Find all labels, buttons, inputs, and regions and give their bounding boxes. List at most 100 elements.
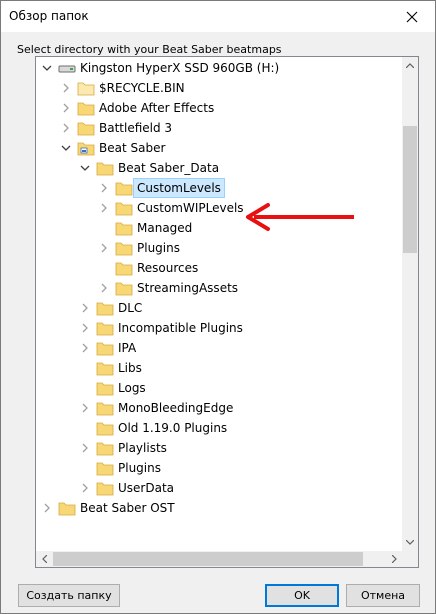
- folder-browser-dialog: Обзор папок Select directory with your B…: [0, 0, 436, 614]
- chevron-right-icon[interactable]: [80, 442, 90, 454]
- chevron-right-icon[interactable]: [80, 322, 90, 334]
- app-folder-icon: [77, 142, 95, 156]
- close-button[interactable]: [389, 1, 435, 32]
- scroll-left-button[interactable]: [36, 551, 53, 567]
- chevron-right-icon[interactable]: [61, 122, 71, 134]
- chevron-right-icon[interactable]: [99, 242, 109, 254]
- folder-icon: [96, 302, 114, 316]
- folder-icon: [77, 122, 95, 136]
- chevron-right-icon[interactable]: [61, 82, 71, 94]
- close-icon: [406, 11, 418, 22]
- annotation-arrow-icon: [246, 203, 354, 231]
- tree-item[interactable]: $RECYCLE.BIN: [36, 78, 402, 98]
- tree-item[interactable]: Adobe After Effects: [36, 98, 402, 118]
- folder-icon: [96, 462, 114, 476]
- chevron-right-icon[interactable]: [80, 402, 90, 414]
- tree-item-label: DLC: [118, 301, 143, 315]
- tree-item-label: Resources: [137, 261, 199, 275]
- tree-item[interactable]: Resources: [36, 258, 402, 278]
- folder-icon: [77, 82, 95, 96]
- folder-tree[interactable]: Kingston HyperX SSD 960GB (H:) $RECYCLE.B…: [35, 56, 419, 552]
- tree-item-label: CustomWIPLevels: [137, 201, 244, 215]
- tree-item[interactable]: IPA: [36, 338, 402, 358]
- tree-item-label: Beat Saber_Data: [118, 161, 220, 175]
- chevron-right-icon[interactable]: [61, 102, 71, 114]
- tree-item[interactable]: DLC: [36, 298, 402, 318]
- tree-item[interactable]: MonoBleedingEdge: [36, 398, 402, 418]
- chevron-right-icon[interactable]: [99, 202, 109, 214]
- tree-item[interactable]: Old 1.19.0 Plugins: [36, 418, 402, 438]
- tree-item-label: Plugins: [118, 461, 161, 475]
- folder-icon: [96, 382, 114, 396]
- tree-item-label: CustomLevels: [133, 178, 225, 198]
- tree-item-label: Kingston HyperX SSD 960GB (H:): [80, 61, 280, 75]
- vertical-scroll-thumb[interactable]: [403, 126, 417, 253]
- chevron-right-icon[interactable]: [80, 342, 90, 354]
- folder-icon: [96, 322, 114, 336]
- tree-item-label: Beat Saber OST: [80, 501, 175, 515]
- cancel-button[interactable]: Отмена: [346, 584, 420, 607]
- tree-item-label: Managed: [137, 221, 193, 235]
- drive-icon: [58, 65, 76, 73]
- chevron-right-icon[interactable]: [42, 502, 52, 514]
- chevron-down-icon[interactable]: [80, 162, 90, 174]
- folder-icon: [96, 422, 114, 436]
- tree-item-label: Logs: [118, 381, 146, 395]
- folder-icon: [115, 242, 133, 256]
- tree-item[interactable]: Incompatible Plugins: [36, 318, 402, 338]
- scroll-up-button[interactable]: [402, 57, 418, 74]
- folder-icon: [96, 402, 114, 416]
- chevron-right-icon[interactable]: [80, 302, 90, 314]
- tree-item-label: Plugins: [137, 241, 180, 255]
- tree-item-label: StreamingAssets: [137, 281, 239, 295]
- chevron-down-icon[interactable]: [61, 142, 71, 154]
- tree-item[interactable]: Libs: [36, 358, 402, 378]
- tree-item-label: UserData: [118, 481, 175, 495]
- chevron-right-icon[interactable]: [99, 282, 109, 294]
- folder-icon: [58, 502, 76, 516]
- vertical-scrollbar[interactable]: [402, 57, 418, 551]
- tree-item-label: Incompatible Plugins: [118, 321, 243, 335]
- tree-item[interactable]: Kingston HyperX SSD 960GB (H:): [36, 58, 402, 78]
- folder-icon: [77, 102, 95, 116]
- tree-item[interactable]: CustomLevels: [36, 178, 402, 198]
- scroll-right-button[interactable]: [386, 551, 403, 567]
- ok-button[interactable]: OK: [265, 584, 339, 607]
- cancel-button-label: Отмена: [360, 589, 406, 602]
- chevron-down-icon: [406, 540, 414, 545]
- tree-item-label: Adobe After Effects: [99, 101, 215, 115]
- title-bar: Обзор папок: [1, 1, 435, 32]
- folder-icon: [96, 162, 114, 176]
- folder-icon: [96, 482, 114, 496]
- dialog-title: Обзор папок: [9, 9, 89, 23]
- horizontal-scrollbar[interactable]: [35, 551, 404, 568]
- folder-icon: [115, 222, 133, 236]
- folder-icon: [115, 182, 133, 196]
- tree-item-label: Playlists: [118, 441, 167, 455]
- tree-item-label: Old 1.19.0 Plugins: [118, 421, 228, 435]
- scroll-down-button[interactable]: [402, 534, 418, 551]
- tree-item-label: IPA: [118, 341, 137, 355]
- tree-item[interactable]: Battlefield 3: [36, 118, 402, 138]
- tree-item[interactable]: Plugins: [36, 458, 402, 478]
- new-folder-button[interactable]: Создать папку: [18, 584, 120, 607]
- tree-item[interactable]: Beat Saber_Data: [36, 158, 402, 178]
- folder-tree-content: Kingston HyperX SSD 960GB (H:) $RECYCLE.B…: [36, 57, 402, 551]
- tree-item[interactable]: Plugins: [36, 238, 402, 258]
- chevron-left-icon: [42, 555, 47, 563]
- tree-item-label: Libs: [118, 361, 142, 375]
- tree-item[interactable]: UserData: [36, 478, 402, 498]
- chevron-right-icon[interactable]: [80, 482, 90, 494]
- folder-icon: [115, 202, 133, 216]
- tree-item[interactable]: Beat Saber OST: [36, 498, 402, 518]
- tree-item[interactable]: Playlists: [36, 438, 402, 458]
- chevron-right-icon[interactable]: [99, 182, 109, 194]
- tree-item[interactable]: Logs: [36, 378, 402, 398]
- horizontal-scroll-thumb[interactable]: [53, 552, 363, 566]
- folder-icon: [115, 282, 133, 296]
- scrollbar-corner: [402, 551, 419, 568]
- folder-icon: [96, 362, 114, 376]
- chevron-down-icon[interactable]: [42, 62, 52, 74]
- tree-item[interactable]: Beat Saber: [36, 138, 402, 158]
- tree-item[interactable]: StreamingAssets: [36, 278, 402, 298]
